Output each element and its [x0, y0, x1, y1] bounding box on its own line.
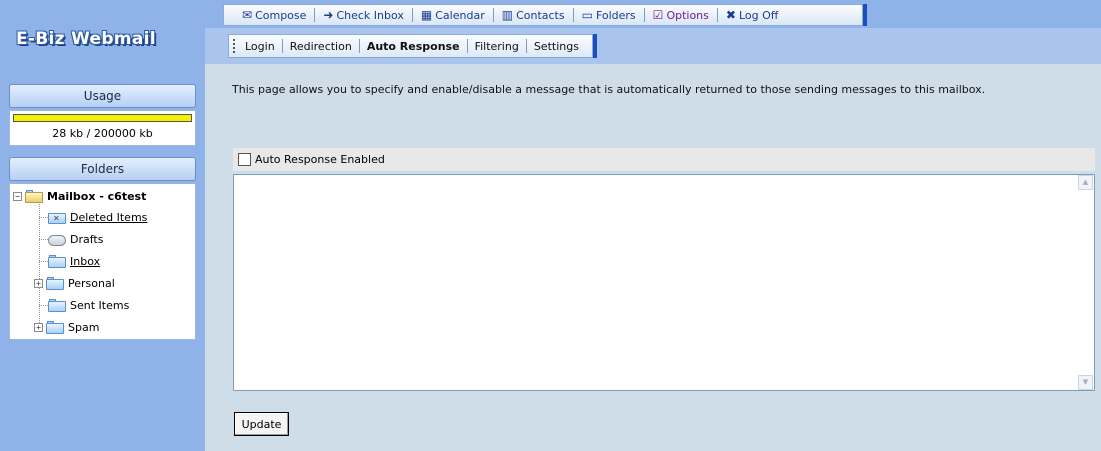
folders-button[interactable]: ▭ Folders [574, 8, 644, 22]
collapse-icon[interactable]: − [13, 191, 22, 201]
mailbox-root-label: Mailbox - c6test [47, 189, 147, 203]
subnav-tabs: Login Redirection Auto Response Filterin… [228, 34, 593, 58]
folder-label[interactable]: Personal [68, 277, 115, 290]
calendar-label: Calendar [435, 8, 485, 22]
usage-panel: 28 kb / 200000 kb [9, 110, 196, 146]
scroll-up-icon[interactable]: ▲ [1078, 175, 1093, 190]
log-off-icon: ✖ [725, 8, 736, 22]
folder-label[interactable]: Drafts [70, 233, 103, 246]
expand-icon[interactable]: + [34, 322, 43, 332]
inbox-folder-icon [48, 254, 66, 268]
folder-label[interactable]: Inbox [70, 255, 100, 268]
open-folder-icon [25, 189, 43, 203]
folder-label[interactable]: Sent Items [70, 299, 129, 312]
tab-redirection[interactable]: Redirection [283, 40, 359, 53]
tree-connector [39, 217, 48, 218]
contacts-label: Contacts [516, 8, 565, 22]
calendar-icon: ▦ [420, 8, 433, 22]
subnav-grip [233, 39, 235, 53]
compose-label: Compose [255, 8, 307, 22]
auto-response-toggle-row: Auto Response Enabled [233, 148, 1095, 171]
check-inbox-button[interactable]: ➜ Check Inbox [315, 8, 412, 22]
folder-label[interactable]: Deleted Items [70, 211, 147, 224]
folder-item-personal[interactable]: + Personal [34, 275, 115, 291]
usage-progress-bar [13, 114, 192, 122]
folders-label: Folders [595, 8, 636, 22]
tree-connector [39, 305, 48, 306]
tree-connector [39, 261, 48, 262]
contacts-icon: ▥ [501, 8, 514, 22]
auto-response-panel: This page allows you to specify and enab… [205, 64, 1101, 451]
auto-response-message-textarea[interactable] [233, 174, 1095, 391]
toolbar-end-cap [863, 4, 867, 26]
expand-icon[interactable]: + [34, 278, 43, 288]
toolbar-buttons: ✉ Compose ➜ Check Inbox ▦ Calendar ▥ Con… [223, 4, 863, 26]
folder-item-sent-items[interactable]: Sent Items [48, 297, 129, 313]
textarea-scrollbar[interactable]: ▲ ▼ [1077, 175, 1094, 390]
drafts-icon [48, 233, 66, 246]
calendar-button[interactable]: ▦ Calendar [413, 8, 493, 22]
tree-connector [39, 239, 48, 240]
folder-item-spam[interactable]: + Spam [34, 319, 99, 335]
folder-label[interactable]: Spam [68, 321, 99, 334]
compose-icon: ✉ [242, 8, 253, 22]
deleted-items-icon: ✕ [48, 211, 66, 224]
contacts-button[interactable]: ▥ Contacts [494, 8, 573, 22]
tab-settings[interactable]: Settings [527, 40, 586, 53]
tab-auto-response[interactable]: Auto Response [360, 40, 467, 53]
compose-button[interactable]: ✉ Compose [234, 8, 314, 22]
folder-icon: ▭ [581, 8, 593, 22]
folders-tree: − Mailbox - c6test ✕ Deleted Items Draft… [9, 183, 196, 340]
folder-icon [48, 298, 66, 312]
folder-icon [46, 320, 64, 334]
auto-response-checkbox-label[interactable]: Auto Response Enabled [255, 153, 385, 166]
options-subnav: Login Redirection Auto Response Filterin… [205, 28, 1101, 64]
tree-connector [39, 204, 40, 327]
tab-login[interactable]: Login [238, 40, 282, 53]
folder-item-inbox[interactable]: Inbox [48, 253, 100, 269]
app-logo: E-Biz Webmail [16, 29, 156, 49]
folder-icon [46, 276, 64, 290]
options-label: Options [666, 8, 709, 22]
subnav-end-cap [593, 34, 597, 58]
usage-progress-fill [14, 115, 191, 121]
update-button[interactable]: Update [234, 412, 289, 436]
auto-response-checkbox[interactable] [238, 153, 251, 166]
tree-root-mailbox[interactable]: − Mailbox - c6test [13, 188, 146, 204]
main-toolbar: ✉ Compose ➜ Check Inbox ▦ Calendar ▥ Con… [205, 0, 1101, 28]
folder-item-drafts[interactable]: Drafts [48, 231, 103, 247]
log-off-label: Log Off [738, 8, 779, 22]
options-button[interactable]: ☑ Options [645, 8, 717, 22]
usage-text: 28 kb / 200000 kb [52, 127, 153, 140]
usage-panel-header: Usage [9, 84, 196, 108]
log-off-button[interactable]: ✖ Log Off [718, 8, 786, 22]
tab-filtering[interactable]: Filtering [468, 40, 526, 53]
options-check-icon: ☑ [652, 8, 664, 22]
check-inbox-label: Check Inbox [336, 8, 404, 22]
scroll-down-icon[interactable]: ▼ [1078, 375, 1093, 390]
folder-item-deleted-items[interactable]: ✕ Deleted Items [48, 209, 147, 225]
folders-panel-header: Folders [9, 157, 196, 181]
page-description: This page allows you to specify and enab… [232, 83, 986, 96]
sidebar: E-Biz Webmail Usage 28 kb / 200000 kb Fo… [0, 0, 205, 451]
check-inbox-icon: ➜ [323, 8, 334, 22]
